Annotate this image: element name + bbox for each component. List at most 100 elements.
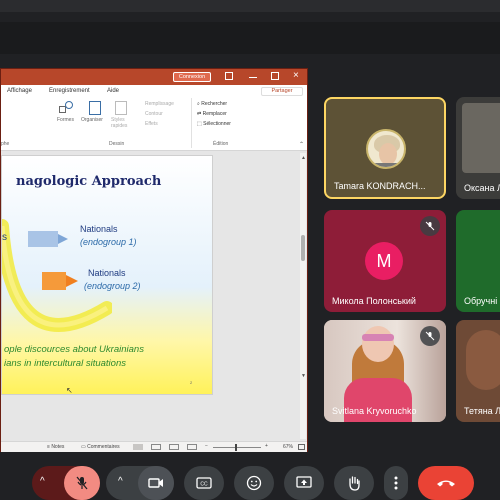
- participant-tile-tamara[interactable]: Tamara KONDRACH...: [324, 97, 446, 199]
- present-button[interactable]: [284, 466, 324, 500]
- outline-button[interactable]: Contour: [145, 111, 163, 117]
- end-call-button[interactable]: [418, 466, 474, 500]
- slide: nagologic Approach s Nationals (endogrou…: [1, 155, 213, 395]
- top-strip: [0, 0, 500, 12]
- menu-aide[interactable]: Aide: [107, 88, 119, 94]
- orange-arrow: [42, 272, 78, 290]
- close-icon[interactable]: ×: [293, 70, 299, 81]
- normal-view-icon[interactable]: [133, 444, 143, 450]
- slideshow-icon[interactable]: [187, 444, 197, 450]
- emoji-icon: [246, 475, 262, 491]
- collapse-ribbon-icon[interactable]: ⌃: [299, 141, 304, 148]
- fit-slide-icon[interactable]: [298, 444, 305, 450]
- participant-tile-oksana[interactable]: Оксана Л: [456, 97, 500, 199]
- participant-name: Микола Полонський: [332, 296, 416, 306]
- share-button[interactable]: Partager: [261, 87, 303, 96]
- mic-off-icon: [420, 326, 440, 346]
- select-label: Sélectionner: [203, 121, 231, 127]
- ribbon-display-icon[interactable]: [225, 72, 233, 80]
- zoom-slider-thumb[interactable]: [235, 444, 237, 451]
- signin-button[interactable]: Connexion: [173, 72, 211, 82]
- slide-sorter-icon[interactable]: [151, 444, 161, 450]
- meet-screen: Connexion × Affichage Enregistrement Aid…: [0, 0, 500, 500]
- camera-toggle-button[interactable]: [138, 466, 174, 500]
- participant-name: Тетяна Л: [464, 406, 500, 416]
- mic-off-icon: [420, 216, 440, 236]
- participant-name: Tamara KONDRACH...: [334, 181, 426, 191]
- menu-affichage[interactable]: Affichage: [7, 88, 32, 94]
- participant-tile-mykola[interactable]: M Микола Полонський: [324, 210, 446, 312]
- menu-enregistrement[interactable]: Enregistrement: [49, 88, 90, 94]
- replace-button[interactable]: ⇄ Remplacer: [197, 111, 227, 117]
- emoji-button[interactable]: [234, 466, 274, 500]
- notes-label: Notes: [51, 444, 65, 450]
- shapes-icon[interactable]: [59, 101, 75, 115]
- mouse-cursor-icon: ↖: [66, 386, 73, 395]
- participant-photo: [366, 129, 406, 169]
- slide-page-mark: 2: [190, 380, 193, 385]
- find-label: Rechercher: [201, 101, 228, 107]
- share-label: Partager: [271, 88, 293, 94]
- participant-video: [462, 103, 500, 173]
- svg-text:CC: CC: [200, 482, 208, 488]
- slide-title: nagologic Approach: [16, 174, 162, 189]
- end-call-icon: [437, 480, 455, 487]
- chevron-up-icon[interactable]: ^: [40, 476, 45, 487]
- scroll-down-icon[interactable]: ▼: [301, 373, 306, 379]
- participant-tile-tetiana[interactable]: Тетяна Л: [456, 320, 500, 422]
- endogroup-2-label: (endogroup 2): [84, 281, 141, 291]
- slide-canvas: nagologic Approach s Nationals (endogrou…: [1, 151, 307, 441]
- slide-left-text: s: [2, 232, 7, 243]
- arrange-icon[interactable]: [89, 101, 101, 115]
- scrollbar-thumb[interactable]: [301, 235, 305, 261]
- reading-view-icon[interactable]: [169, 444, 179, 450]
- mic-off-icon: [76, 476, 88, 490]
- group-label-editing: Édition: [213, 141, 229, 147]
- captions-button[interactable]: CC: [184, 466, 224, 500]
- raise-hand-button[interactable]: [334, 466, 374, 500]
- ppt-menubar: Affichage Enregistrement Aide Partager: [1, 85, 307, 97]
- present-icon: [296, 476, 312, 488]
- avatar: M: [365, 242, 403, 280]
- group-label-drawing: Dessin: [109, 141, 125, 147]
- mic-toggle-button[interactable]: [64, 466, 100, 500]
- arrange-label[interactable]: Organiser: [81, 117, 103, 123]
- ppt-titlebar: Connexion ×: [1, 69, 307, 85]
- quick-styles-icon[interactable]: [115, 101, 127, 115]
- comments-label: Commentaires: [87, 444, 120, 450]
- shapes-label[interactable]: Formes: [57, 117, 74, 123]
- participant-tile-svitlana[interactable]: Svitlana Kryvoruchko: [324, 320, 446, 422]
- replace-label: Remplacer: [202, 111, 227, 117]
- header-band: [0, 22, 500, 54]
- slide-footer-line-1: ople discources about Ukrainians: [4, 344, 144, 355]
- zoom-level[interactable]: 67%: [283, 444, 293, 450]
- minimize-icon[interactable]: [249, 77, 257, 78]
- maximize-icon[interactable]: [271, 72, 279, 80]
- blue-arrow: [28, 231, 68, 247]
- participant-face: [362, 326, 394, 362]
- more-options-button[interactable]: [384, 466, 408, 500]
- zoom-slider[interactable]: [213, 444, 261, 451]
- notes-button[interactable]: ≡ Notes: [47, 444, 64, 450]
- zoom-out-icon[interactable]: −: [205, 443, 208, 449]
- ppt-statusbar: ≡ Notes ▭ Commentaires − + 67%: [1, 441, 307, 452]
- ribbon-divider: [191, 98, 192, 148]
- group-label-left: phe: [1, 141, 10, 147]
- find-button[interactable]: ⌕ Rechercher: [197, 101, 227, 107]
- fill-button[interactable]: Remplissage: [145, 101, 174, 107]
- endogroup-1-label: (endogroup 1): [80, 237, 137, 247]
- ppt-ribbon: phe Formes Organiser Styles rapides Remp…: [1, 97, 307, 151]
- camera-icon: [148, 478, 163, 488]
- comments-button[interactable]: ▭ Commentaires: [81, 444, 120, 450]
- participant-tile-obruchni[interactable]: Обручні: [456, 210, 500, 312]
- nationals-2-label: Nationals: [88, 268, 126, 278]
- chevron-up-icon[interactable]: ^: [118, 476, 123, 487]
- select-button[interactable]: ⬚ Sélectionner: [197, 121, 231, 127]
- captions-icon: CC: [196, 477, 212, 489]
- participant-name: Svitlana Kryvoruchko: [332, 406, 417, 416]
- zoom-in-icon[interactable]: +: [265, 443, 268, 449]
- quick-styles-label[interactable]: Styles rapides: [111, 117, 135, 129]
- scroll-up-icon[interactable]: ▲: [301, 155, 306, 161]
- vertical-scrollbar[interactable]: ▲ ▼: [300, 153, 306, 439]
- effects-button[interactable]: Effets: [145, 121, 158, 127]
